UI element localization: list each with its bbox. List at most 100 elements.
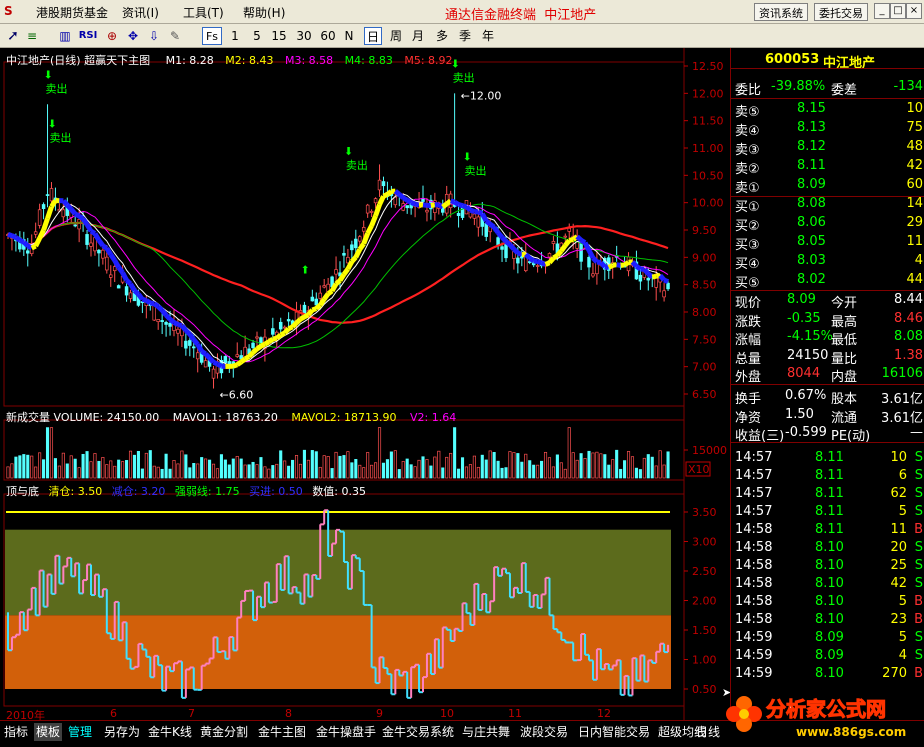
period-15min[interactable]: 15 — [270, 27, 288, 45]
bottom-tab[interactable]: 金牛主图 — [256, 723, 308, 741]
chart-canvas[interactable]: 12.5012.0011.5011.0010.5010.009.509.008.… — [0, 48, 730, 720]
trend-band — [166, 315, 170, 319]
tick-row: 14:588.1020S — [731, 540, 924, 558]
period-indicator: 日线 — [694, 723, 722, 741]
bottom-tab[interactable]: 与庄共舞 — [460, 723, 512, 741]
period-day[interactable]: 日 — [364, 27, 382, 45]
bottom-tab[interactable]: 日内智能交易 — [576, 723, 652, 741]
sell-label: 卖出 — [49, 130, 71, 144]
close-button[interactable]: × — [906, 3, 922, 19]
move-icon[interactable]: ✥ — [125, 27, 141, 45]
news-system-button[interactable]: 资讯系统 — [754, 3, 808, 21]
minimize-button[interactable]: _ — [874, 3, 890, 19]
list-icon[interactable]: ≡ — [24, 27, 40, 45]
candle-body — [457, 213, 460, 215]
bid-row: 买④8.034 — [731, 253, 924, 271]
trend-band — [526, 254, 530, 258]
fund-label: 换手 — [735, 388, 761, 407]
period-month[interactable]: 月 — [410, 27, 426, 45]
volume-bar — [260, 457, 262, 478]
trend-band — [146, 300, 150, 303]
tick-time: 14:58 — [735, 558, 772, 573]
period-year[interactable]: 年 — [480, 27, 496, 45]
trend-band — [95, 234, 99, 241]
kline-icon[interactable]: ▥ — [56, 27, 74, 45]
bottom-tab[interactable]: 黄金分割 — [198, 723, 250, 741]
volume-bar — [355, 459, 357, 478]
arrow-icon[interactable]: ➚ — [4, 27, 22, 45]
trade-button[interactable]: 委托交易 — [814, 3, 868, 21]
volume-bar — [339, 456, 341, 478]
chart-area[interactable]: 12.5012.0011.5011.0010.5010.009.509.008.… — [0, 48, 730, 720]
tick-price: 8.10 — [815, 612, 844, 627]
trend-band — [119, 267, 123, 272]
pen-icon[interactable]: ✎ — [167, 27, 183, 45]
period-60min[interactable]: 60 — [319, 27, 337, 45]
candle-body — [362, 227, 365, 231]
bottom-tab[interactable]: 金牛交易系统 — [380, 723, 456, 741]
trend-band — [142, 299, 146, 300]
trend-band — [490, 224, 494, 227]
volume-bar — [129, 451, 131, 478]
volume-bar — [42, 460, 44, 478]
ask-label: 卖④ — [735, 120, 760, 139]
weicha-label: 委差 — [831, 79, 857, 98]
flower-logo-icon — [726, 696, 762, 732]
menu-item-help[interactable]: 帮助(H) — [243, 4, 285, 21]
menu-item-tools[interactable]: 工具(T) — [183, 4, 224, 21]
trend-band — [553, 256, 557, 258]
stat-value: -0.35 — [787, 311, 821, 326]
candle-body — [78, 219, 81, 228]
arrow-down-icon[interactable]: ⇩ — [146, 27, 162, 45]
volume-bar — [509, 452, 511, 478]
ask-price: 8.15 — [797, 101, 826, 116]
bottom-tab[interactable]: 金牛K线 — [146, 723, 194, 741]
tick-price: 8.10 — [815, 666, 844, 681]
trend-band — [154, 304, 158, 307]
period-5min[interactable]: 5 — [250, 27, 264, 45]
volume-bar — [90, 462, 92, 478]
trend-band — [632, 262, 636, 266]
volume-bar — [572, 453, 574, 478]
volume-bar — [141, 469, 143, 478]
menu-bar: S 港股期货基金 资讯(I) 工具(T) 帮助(H) 通达信金融终端 中江地产 … — [0, 0, 924, 24]
period-season[interactable]: 季 — [457, 27, 473, 45]
menu-item-info[interactable]: 资讯(I) — [122, 4, 159, 21]
watermark-url: www.886gs.com — [796, 725, 906, 739]
volume-bar — [406, 459, 408, 478]
bottom-tab[interactable]: 模板 — [34, 723, 62, 741]
ask-price: 8.12 — [797, 139, 826, 154]
period-week[interactable]: 周 — [388, 27, 404, 45]
bottom-tab[interactable]: 另存为 — [102, 723, 142, 741]
period-30min[interactable]: 30 — [295, 27, 313, 45]
bottom-tab[interactable]: 管理 — [66, 723, 94, 741]
period-n[interactable]: N — [343, 27, 355, 45]
volume-bar — [631, 457, 633, 478]
volume-bar — [564, 469, 566, 478]
rsi-icon[interactable]: RSI — [77, 27, 99, 45]
zoom-in-icon[interactable]: ⊕ — [104, 27, 120, 45]
trend-band — [344, 269, 348, 274]
candle-body — [588, 257, 591, 267]
menu-item-hk[interactable]: 港股期货基金 — [36, 4, 108, 21]
volume-bar — [173, 460, 175, 478]
candle-body — [50, 188, 53, 200]
volume-bar — [31, 456, 33, 478]
bottom-tab[interactable]: 指标 — [2, 723, 30, 741]
volume-bar — [319, 467, 321, 478]
trend-band — [269, 339, 273, 342]
maximize-button[interactable]: □ — [890, 3, 906, 19]
candle-body — [564, 236, 567, 237]
candle-body — [426, 210, 429, 212]
bottom-tab[interactable]: 金牛操盘手 — [314, 723, 378, 741]
bottom-tab[interactable]: 波段交易 — [518, 723, 570, 741]
volume-bar — [291, 460, 293, 478]
trend-band — [103, 246, 107, 249]
weibi-label: 委比 — [735, 79, 761, 98]
fund-value: — — [910, 425, 923, 440]
period-1min[interactable]: 1 — [228, 27, 242, 45]
period-multi[interactable]: 多 — [434, 27, 450, 45]
indicator-maijin: 买进: 0.50 — [249, 485, 303, 498]
tick-volume: 6 — [899, 468, 907, 483]
fs-button[interactable]: Fs — [202, 27, 222, 45]
